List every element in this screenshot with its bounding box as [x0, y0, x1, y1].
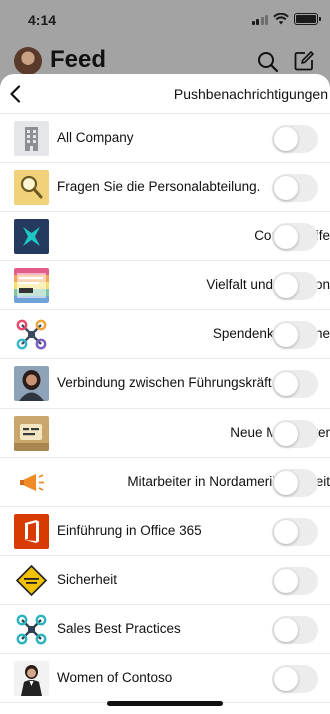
list-item: Vielfalt und Inklusion: [0, 261, 330, 311]
all-are-welcome-icon: [14, 268, 49, 304]
avatar[interactable]: [14, 47, 42, 75]
compose-icon[interactable]: [293, 50, 315, 72]
notification-toggle[interactable]: [272, 272, 318, 301]
toggle-knob: [274, 274, 298, 299]
status-icons: [251, 13, 321, 25]
toggle-knob: [274, 519, 298, 544]
list-item: Contoso Life: [0, 212, 330, 262]
cellular-signal-icon: [251, 14, 268, 25]
toggle-knob: [274, 127, 298, 151]
network-hub-icon: [14, 317, 49, 353]
building-icon: [14, 121, 49, 156]
item-label: Einführung in Office 365: [57, 522, 202, 538]
network-hub-teal-icon: [14, 611, 49, 647]
notification-toggle[interactable]: [272, 615, 318, 644]
back-button[interactable]: [4, 82, 26, 106]
item-label: All Company: [57, 130, 134, 145]
list-item: Neue Mitarbeiter: [0, 409, 330, 458]
sheet-title: Pushbenachrichtigungen: [173, 86, 328, 102]
list-item: Mitarbeiter in Nordamerika schreit: [0, 458, 330, 507]
community-list: All Company Fragen Sie die Personalabtei…: [0, 114, 330, 704]
item-label: Sales Best Practices: [57, 620, 181, 636]
toggle-knob: [274, 176, 298, 201]
home-indicator: [107, 701, 223, 706]
notification-toggle[interactable]: [272, 125, 318, 153]
person-photo-icon: [14, 366, 49, 402]
list-item: Verbindung zwischen Führungskräften: [0, 359, 330, 409]
toggle-knob: [274, 568, 298, 593]
notification-settings-sheet: Pushbenachrichtigungen All Company Frage…: [0, 74, 330, 714]
contoso-logo-icon: [14, 219, 49, 255]
magnifier-icon: [14, 170, 49, 206]
notification-toggle[interactable]: [272, 223, 318, 252]
status-time: 4:14: [28, 12, 57, 28]
notification-toggle[interactable]: [272, 468, 318, 497]
notification-toggle[interactable]: [272, 419, 318, 448]
new-badge-photo-icon: [14, 415, 49, 451]
notification-toggle[interactable]: [272, 517, 318, 546]
toggle-knob: [274, 617, 298, 642]
feed-title: Feed: [50, 46, 107, 73]
toggle-knob: [274, 667, 298, 692]
toggle-knob: [274, 323, 298, 348]
chevron-left-icon: [10, 85, 21, 103]
list-item: Fragen Sie die Personalabteilung.: [0, 163, 330, 213]
list-item: Spendenkampagne: [0, 310, 330, 360]
item-label: Verbindung zwischen Führungskräften: [57, 375, 287, 391]
toggle-knob: [274, 470, 298, 495]
sheet-header: Pushbenachrichtigungen: [0, 74, 330, 114]
list-item: Einführung in Office 365: [0, 507, 330, 556]
notification-toggle[interactable]: [272, 174, 318, 203]
wifi-icon: [273, 13, 289, 25]
item-label: Fragen Sie die Personalabteilung.: [57, 179, 261, 195]
list-item: Women of Contoso: [0, 654, 330, 704]
toggle-knob: [274, 372, 298, 397]
list-item: All Company: [0, 114, 330, 164]
toggle-knob: [274, 225, 298, 250]
battery-icon: [294, 13, 321, 25]
list-item: Sicherheit: [0, 556, 330, 605]
notification-toggle[interactable]: [272, 370, 318, 399]
office-logo-icon: [14, 513, 49, 549]
item-label: Sicherheit: [57, 571, 118, 587]
search-icon[interactable]: [257, 51, 279, 73]
notification-toggle[interactable]: [272, 566, 318, 595]
toggle-knob: [274, 421, 298, 446]
list-item: Sales Best Practices: [0, 605, 330, 655]
woman-photo-icon: [14, 661, 49, 697]
notification-toggle[interactable]: [272, 321, 318, 350]
status-bar: 4:14: [0, 0, 330, 40]
notification-toggle[interactable]: [272, 665, 318, 694]
megaphone-icon: [14, 464, 49, 500]
safety-first-sign-icon: [14, 562, 49, 598]
item-label: Women of Contoso: [57, 670, 173, 686]
